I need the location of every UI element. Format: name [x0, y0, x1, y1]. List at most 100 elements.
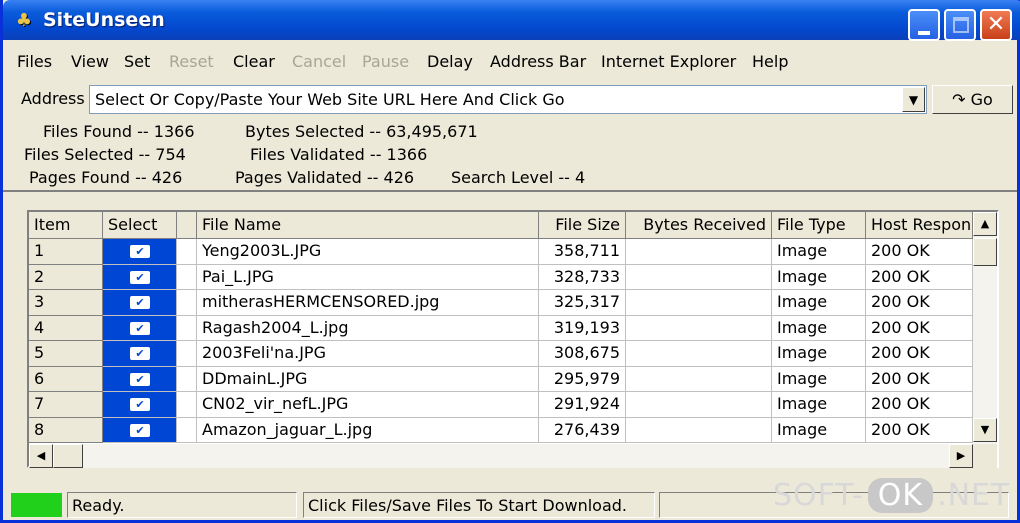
menu-address-bar[interactable]: Address Bar [490, 52, 586, 71]
cell-select[interactable]: ✔ [103, 366, 177, 392]
cell-file-name: DDmainL.JPG [197, 366, 539, 392]
menu-clear[interactable]: Clear [233, 52, 275, 71]
cell-select[interactable]: ✔ [103, 341, 177, 367]
cell-item: 7 [29, 392, 103, 418]
col-header-bytes-received[interactable]: Bytes Received [626, 212, 772, 239]
table-row[interactable]: 2 ✔ Pai_L.JPG 328,733 Image 200 OK [29, 264, 973, 290]
watermark-right: .NET [937, 478, 1011, 513]
cell-file-name: Yeng2003L.JPG [197, 239, 539, 265]
minimize-button[interactable] [908, 9, 940, 41]
menu-reset[interactable]: Reset [169, 52, 214, 71]
checkbox-checked-icon[interactable]: ✔ [130, 423, 150, 437]
checkbox-checked-icon[interactable]: ✔ [130, 372, 150, 386]
cell-select[interactable]: ✔ [103, 239, 177, 265]
arrow-down-icon: ▼ [980, 423, 990, 436]
stat-pages-found: Pages Found -- 426 [29, 168, 183, 187]
table-row[interactable]: 7 ✔ CN02_vir_nefL.JPG 291,924 Image 200 OK [29, 392, 973, 418]
stat-pages-validated: Pages Validated -- 426 [235, 168, 415, 187]
cell-file-size: 276,439 [539, 417, 626, 443]
cell-blank [177, 264, 197, 290]
checkbox-checked-icon[interactable]: ✔ [130, 245, 150, 258]
cell-select[interactable]: ✔ [103, 392, 177, 418]
scroll-right-button[interactable]: ▶ [949, 444, 973, 468]
watermark: SOFT- OK .NET [773, 478, 1010, 513]
close-button[interactable]: ✕ [980, 9, 1012, 41]
col-header-item[interactable]: Item [29, 212, 103, 239]
cell-file-size: 295,979 [539, 366, 626, 392]
table-row[interactable]: 8 ✔ Amazon_jaguar_L.jpg 276,439 Image 200 OK [29, 417, 973, 443]
file-table: Item Select File Name File Size Bytes Re… [29, 212, 973, 444]
cell-file-type: Image [772, 341, 866, 367]
horizontal-scroll-thumb[interactable] [53, 444, 83, 468]
menu-set[interactable]: Set [124, 52, 150, 71]
cell-file-type: Image [772, 290, 866, 316]
col-header-file-name[interactable]: File Name [197, 212, 539, 239]
menu-view[interactable]: View [71, 52, 109, 71]
col-header-select[interactable]: Select [103, 212, 177, 239]
cell-host-response: 200 OK [866, 264, 973, 290]
stat-files-validated: Files Validated -- 1366 [250, 145, 428, 164]
checkbox-checked-icon[interactable]: ✔ [130, 398, 150, 411]
stat-search-level: Search Level -- 4 [451, 168, 586, 187]
cell-item: 4 [29, 315, 103, 341]
col-header-host-response[interactable]: Host Respon [866, 212, 973, 239]
col-header-blank[interactable] [177, 212, 197, 239]
cell-select[interactable]: ✔ [103, 315, 177, 341]
checkbox-checked-icon[interactable]: ✔ [130, 270, 150, 284]
checkbox-checked-icon[interactable]: ✔ [130, 321, 150, 335]
cell-file-name: CN02_vir_nefL.JPG [197, 392, 539, 418]
cell-bytes-received [626, 264, 772, 290]
vertical-scroll-thumb[interactable] [973, 238, 997, 266]
cell-blank [177, 290, 197, 316]
table-row[interactable]: 4 ✔ Ragash2004_L.jpg 319,193 Image 200 OK [29, 315, 973, 341]
vertical-scrollbar[interactable]: ▲ ▼ [973, 212, 997, 444]
scroll-corner [973, 444, 997, 468]
menu-files[interactable]: Files [17, 52, 52, 71]
cell-host-response: 200 OK [866, 392, 973, 418]
status-hint: Click Files/Save Files To Start Download… [303, 492, 655, 518]
cell-host-response: 200 OK [866, 417, 973, 443]
go-arrow-icon: ↷ [952, 90, 966, 109]
go-button[interactable]: ↷ Go [932, 85, 1013, 114]
horizontal-scrollbar[interactable]: ◀ ▶ [29, 444, 973, 468]
checkbox-checked-icon[interactable]: ✔ [130, 296, 150, 309]
col-header-file-size[interactable]: File Size [539, 212, 626, 239]
menu-internet-explorer[interactable]: Internet Explorer [601, 52, 736, 71]
cell-blank [177, 392, 197, 418]
stats-panel: Files Found -- 1366 Files Selected -- 75… [3, 120, 1017, 192]
cell-file-type: Image [772, 417, 866, 443]
url-dropdown-button[interactable]: ▼ [902, 87, 925, 112]
go-label: Go [970, 90, 993, 109]
scroll-down-button[interactable]: ▼ [973, 418, 997, 442]
table-row[interactable]: 6 ✔ DDmainL.JPG 295,979 Image 200 OK [29, 366, 973, 392]
cell-select[interactable]: ✔ [103, 417, 177, 443]
url-input[interactable] [89, 85, 927, 114]
menu-cancel[interactable]: Cancel [292, 52, 346, 71]
title-bar[interactable]: ♣ SiteUnseen ✕ [3, 0, 1020, 41]
cell-host-response: 200 OK [866, 239, 973, 265]
app-icon: ♣ [15, 10, 33, 31]
table-row[interactable]: 1 ✔ Yeng2003L.JPG 358,711 Image 200 OK [29, 239, 973, 265]
table-row[interactable]: 5 ✔ 2003Feli'na.JPG 308,675 Image 200 OK [29, 341, 973, 367]
scroll-up-button[interactable]: ▲ [973, 212, 997, 236]
cell-item: 5 [29, 341, 103, 367]
maximize-button[interactable] [944, 9, 976, 41]
checkbox-checked-icon[interactable]: ✔ [130, 347, 150, 360]
scroll-left-button[interactable]: ◀ [29, 444, 53, 468]
cell-host-response: 200 OK [866, 366, 973, 392]
cell-select[interactable]: ✔ [103, 264, 177, 290]
col-header-file-type[interactable]: File Type [772, 212, 866, 239]
cell-file-name: mitherasHERMCENSORED.jpg [197, 290, 539, 316]
menu-pause[interactable]: Pause [362, 52, 409, 71]
table-row[interactable]: 3 ✔ mitherasHERMCENSORED.jpg 325,317 Image 20… [29, 290, 973, 316]
menu-help[interactable]: Help [752, 52, 788, 71]
cell-bytes-received [626, 417, 772, 443]
maximize-icon [953, 17, 969, 33]
menu-bar: Files View Set Reset Clear Cancel Pause … [3, 48, 1017, 76]
cell-host-response: 200 OK [866, 315, 973, 341]
cell-file-size: 291,924 [539, 392, 626, 418]
cell-select[interactable]: ✔ [103, 290, 177, 316]
cell-item: 2 [29, 264, 103, 290]
menu-delay[interactable]: Delay [427, 52, 473, 71]
cell-blank [177, 417, 197, 443]
